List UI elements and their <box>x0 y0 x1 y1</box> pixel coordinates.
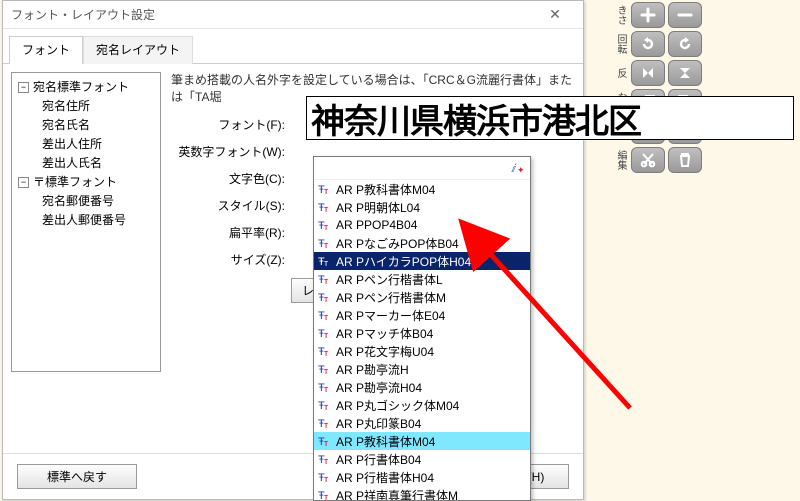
truetype-icon: Ŧт <box>318 434 332 448</box>
svg-text:т: т <box>324 258 328 268</box>
font-option[interactable]: ŦтAR P丸印篆B04 <box>314 414 530 432</box>
font-option[interactable]: ŦтAR P祥南真筆行書体M <box>314 486 530 500</box>
svg-text:т: т <box>324 348 328 358</box>
size-up-button[interactable] <box>631 2 665 28</box>
truetype-icon: Ŧт <box>318 200 332 214</box>
address-preview-label: 神奈川県横浜市港北区 <box>306 96 794 140</box>
truetype-icon: Ŧт <box>318 380 332 394</box>
font-option[interactable]: ŦтAR PハイカラPOP体H04 <box>314 252 530 270</box>
label-size: サイズ(Z): <box>171 251 291 268</box>
tree-item[interactable]: 宛名氏名 <box>14 115 158 134</box>
truetype-icon: Ŧт <box>318 218 332 232</box>
delete-button[interactable] <box>668 147 702 173</box>
label-style: スタイル(S): <box>171 197 291 214</box>
rotate-ccw-button[interactable] <box>631 31 665 57</box>
font-option[interactable]: ŦтAR Pマーカー体E04 <box>314 306 530 324</box>
font-option[interactable]: ŦтAR Pペン行楷書体L <box>314 270 530 288</box>
svg-text:т: т <box>324 312 328 322</box>
cut-button[interactable] <box>631 147 665 173</box>
tree-item[interactable]: 宛名郵便番号 <box>14 191 158 210</box>
truetype-icon: Ŧт <box>318 362 332 376</box>
right-toolbar: きさ 回転 反 なり 順 編集 <box>610 0 706 178</box>
svg-text:т: т <box>324 384 328 394</box>
tree-item[interactable]: 差出人氏名 <box>14 153 158 172</box>
font-option[interactable]: ŦтAR P教科書体M04 <box>314 432 530 450</box>
tab-layout[interactable]: 宛名レイアウト <box>83 36 193 64</box>
svg-text:✦: ✦ <box>517 165 525 175</box>
toolbar-group-label: 回転 <box>612 34 628 54</box>
font-dropdown[interactable]: ⅈ✦ ŦтAR P教科書体M04 ŦтAR P明朝体L04 ŦтAR PPOP4… <box>313 156 531 501</box>
truetype-icon: Ŧт <box>318 272 332 286</box>
toolbar-group-label: 編集 <box>612 150 628 170</box>
label-ratio: 扁平率(R): <box>171 224 291 241</box>
font-option[interactable]: ŦтAR P丸ゴシック体M04 <box>314 396 530 414</box>
svg-text:т: т <box>324 186 328 196</box>
svg-text:т: т <box>324 366 328 376</box>
svg-text:т: т <box>324 240 328 250</box>
font-option[interactable]: ŦтAR P教科書体M04 <box>314 180 530 198</box>
rotate-cw-button[interactable] <box>668 31 702 57</box>
font-option[interactable]: ŦтAR P勘亭流H04 <box>314 378 530 396</box>
truetype-icon: Ŧт <box>318 470 332 484</box>
font-option[interactable]: ŦтAR P行楷書体H04 <box>314 468 530 486</box>
dialog-title: フォント・レイアウト設定 <box>11 6 155 23</box>
truetype-icon: Ŧт <box>318 452 332 466</box>
flip-v-button[interactable] <box>668 60 702 86</box>
svg-text:т: т <box>324 438 328 448</box>
svg-text:т: т <box>324 402 328 412</box>
svg-text:т: т <box>324 276 328 286</box>
label-font: フォント(F): <box>171 116 291 133</box>
svg-text:т: т <box>324 330 328 340</box>
label-ascii-font: 英数字フォント(W): <box>171 143 291 160</box>
toolbar-group-label: 反 <box>612 68 628 78</box>
truetype-icon: Ŧт <box>318 308 332 322</box>
font-option[interactable]: ŦтAR Pマッチ体B04 <box>314 324 530 342</box>
reset-button[interactable]: 標準へ戻す <box>17 464 137 489</box>
svg-text:т: т <box>324 474 328 484</box>
truetype-icon: Ŧт <box>318 290 332 304</box>
svg-text:т: т <box>324 222 328 232</box>
tree-item[interactable]: 差出人郵便番号 <box>14 210 158 229</box>
font-option[interactable]: ŦтAR P行書体B04 <box>314 450 530 468</box>
toolbar-group-label: きさ <box>612 5 628 25</box>
font-option[interactable]: ŦтAR PPOP4B04 <box>314 216 530 234</box>
truetype-icon: Ŧт <box>318 488 332 500</box>
svg-text:т: т <box>324 420 328 430</box>
truetype-icon: Ŧт <box>318 236 332 250</box>
svg-text:т: т <box>324 294 328 304</box>
svg-text:т: т <box>324 204 328 214</box>
tab-strip: フォント 宛名レイアウト <box>3 29 583 64</box>
tab-font[interactable]: フォント <box>9 36 83 64</box>
svg-text:т: т <box>324 492 328 500</box>
truetype-icon: Ŧт <box>318 254 332 268</box>
font-info-icon[interactable]: ⅈ✦ <box>508 159 526 177</box>
size-down-button[interactable] <box>668 2 702 28</box>
svg-text:т: т <box>324 456 328 466</box>
font-option[interactable]: ŦтAR P花文字梅U04 <box>314 342 530 360</box>
truetype-icon: Ŧт <box>318 344 332 358</box>
font-option[interactable]: ŦтAR Pペン行楷書体M <box>314 288 530 306</box>
font-dropdown-list[interactable]: ŦтAR P教科書体M04 ŦтAR P明朝体L04 ŦтAR PPOP4B04… <box>314 180 530 500</box>
truetype-icon: Ŧт <box>318 182 332 196</box>
tree-item[interactable]: 差出人住所 <box>14 134 158 153</box>
truetype-icon: Ŧт <box>318 398 332 412</box>
truetype-icon: Ŧт <box>318 326 332 340</box>
tree-root-postal[interactable]: −〒標準フォント <box>14 172 158 191</box>
titlebar: フォント・レイアウト設定 ✕ <box>3 1 583 29</box>
font-option[interactable]: ŦтAR PなごみPOP体B04 <box>314 234 530 252</box>
close-icon[interactable]: ✕ <box>535 6 575 23</box>
category-tree[interactable]: −宛名標準フォント 宛名住所 宛名氏名 差出人住所 差出人氏名 −〒標準フォント… <box>11 72 161 372</box>
flip-h-button[interactable] <box>631 60 665 86</box>
tree-item[interactable]: 宛名住所 <box>14 96 158 115</box>
tree-root-addressee[interactable]: −宛名標準フォント <box>14 77 158 96</box>
label-color: 文字色(C): <box>171 170 291 187</box>
font-option[interactable]: ŦтAR P勘亭流H <box>314 360 530 378</box>
font-option[interactable]: ŦтAR P明朝体L04 <box>314 198 530 216</box>
truetype-icon: Ŧт <box>318 416 332 430</box>
